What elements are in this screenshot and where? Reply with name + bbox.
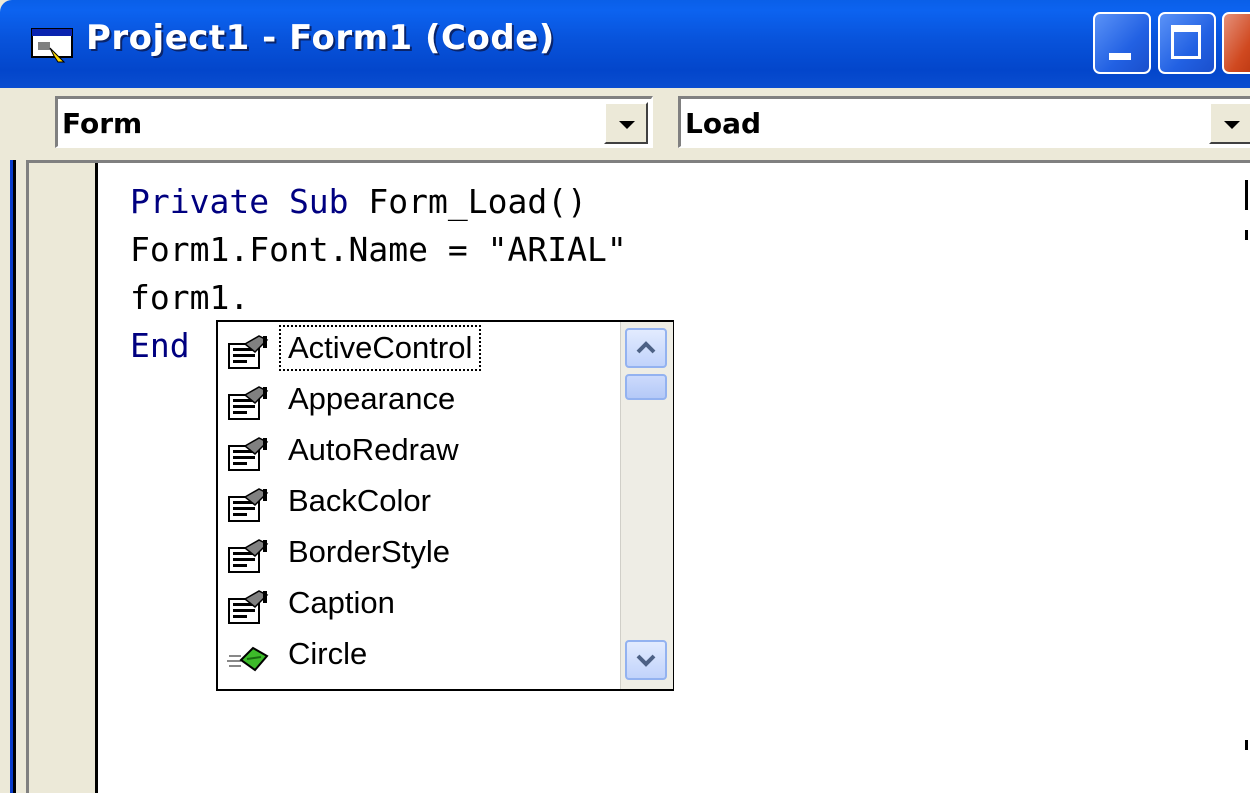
chevron-down-icon — [636, 654, 656, 667]
keyword: End — [130, 326, 190, 365]
property-icon — [225, 538, 271, 576]
object-combo-value: Form — [62, 107, 143, 140]
margin-indicator-bar[interactable] — [29, 163, 95, 793]
list-item-label: AutoRedraw — [288, 432, 459, 467]
list-item-label: Caption — [288, 585, 395, 620]
procedure-combo-dropdown-button[interactable] — [1209, 102, 1250, 144]
maximize-icon — [1171, 25, 1201, 59]
scrollbar-edge — [1245, 740, 1248, 750]
chevron-down-icon — [1224, 121, 1240, 129]
minimize-icon — [1109, 53, 1131, 60]
list-item-label: ActiveControl — [278, 325, 482, 371]
vertical-scrollbar[interactable] — [620, 322, 673, 689]
property-icon — [225, 334, 271, 372]
code-text: Form_Load() — [348, 182, 587, 221]
property-icon — [225, 436, 271, 474]
list-item[interactable]: BorderStyle — [218, 532, 618, 582]
scroll-down-button[interactable] — [625, 640, 667, 680]
property-icon — [225, 385, 271, 423]
title-bar[interactable]: Project1 - Form1 (Code) — [0, 0, 1250, 88]
code-line-4[interactable]: End — [130, 322, 190, 370]
window-left-border — [0, 160, 26, 793]
object-combo[interactable]: Form — [55, 96, 653, 148]
list-item[interactable]: Caption — [218, 583, 618, 633]
maximize-button[interactable] — [1158, 12, 1216, 74]
object-combo-dropdown-button[interactable] — [604, 102, 648, 144]
property-icon — [225, 487, 271, 525]
code-toolbar: Form Load — [0, 88, 1250, 158]
procedure-combo-value: Load — [685, 107, 762, 140]
list-item[interactable]: Circle — [218, 634, 618, 684]
chevron-down-icon — [619, 121, 635, 129]
procedure-combo[interactable]: Load — [678, 96, 1250, 148]
keyword: Private Sub — [130, 182, 349, 221]
close-button[interactable] — [1222, 12, 1250, 74]
method-icon — [225, 640, 271, 678]
list-item-label: Appearance — [288, 381, 456, 416]
scrollbar-edge — [1245, 230, 1248, 240]
scroll-thumb[interactable] — [625, 374, 667, 400]
margin-divider — [95, 163, 98, 793]
property-icon — [225, 589, 271, 627]
list-item[interactable]: AutoRedraw — [218, 430, 618, 480]
list-item[interactable]: BackColor — [218, 481, 618, 531]
minimize-button[interactable] — [1093, 12, 1151, 74]
vb-form-icon — [31, 28, 73, 63]
chevron-up-icon — [636, 341, 656, 354]
intellisense-list[interactable]: ActiveControl Appearance AutoRedraw BackCol… — [216, 320, 674, 691]
list-item-label: BorderStyle — [288, 534, 450, 569]
window-title: Project1 - Form1 (Code) — [86, 18, 555, 58]
list-item[interactable]: Appearance — [218, 379, 618, 429]
border-line — [13, 160, 16, 793]
code-line-1[interactable]: Private Sub Form_Load() — [130, 178, 587, 226]
list-item-label: Circle — [288, 636, 368, 671]
code-line-2[interactable]: Form1.Font.Name = "ARIAL" — [130, 226, 627, 274]
scrollbar-edge — [1245, 180, 1248, 210]
scroll-up-button[interactable] — [625, 328, 667, 368]
code-line-3[interactable]: form1. — [130, 274, 249, 322]
list-item[interactable]: ActiveControl — [218, 325, 618, 378]
list-item-label: BackColor — [288, 483, 431, 518]
